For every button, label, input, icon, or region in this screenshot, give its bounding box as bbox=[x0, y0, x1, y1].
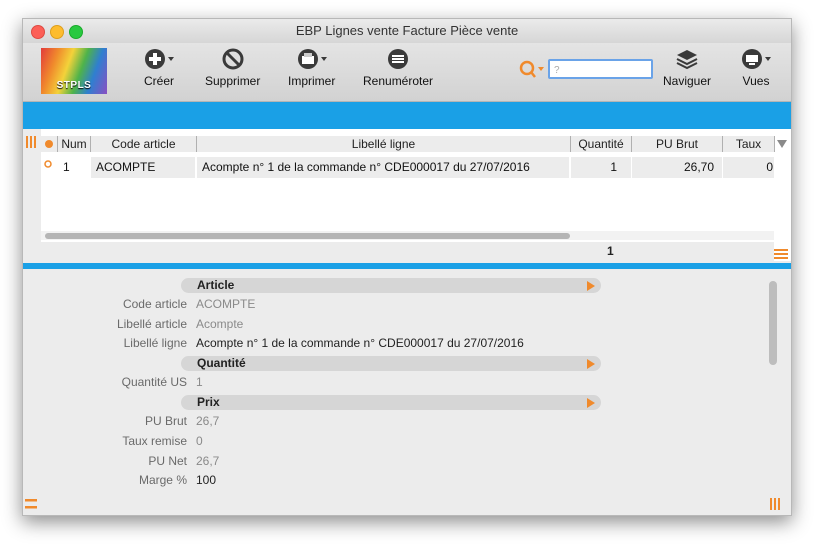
window-title: EBP Lignes vente Facture Pièce vente bbox=[295, 23, 519, 38]
label-libelle-ligne: Libellé ligne bbox=[123, 336, 187, 350]
header-libelle-ligne[interactable]: Libellé ligne bbox=[197, 136, 571, 152]
value-libelle-article[interactable]: Acompte bbox=[196, 317, 243, 331]
renumber-label: Renuméroter bbox=[363, 74, 434, 88]
row-libelle-ligne: Acompte n° 1 de la commande n° CDE000017… bbox=[197, 157, 569, 178]
app-window: EBP Lignes vente Facture Pièce vente STP… bbox=[22, 18, 792, 516]
value-pu-brut[interactable]: 26,7 bbox=[196, 414, 219, 428]
header-code-article[interactable]: Code article bbox=[91, 136, 197, 152]
label-pu-brut: PU Brut bbox=[144, 414, 187, 428]
delete-button[interactable]: Supprimer bbox=[205, 47, 260, 88]
header-taux[interactable]: Taux bbox=[723, 136, 775, 152]
label-taux-remise: Taux remise bbox=[122, 434, 187, 448]
prohibited-icon bbox=[222, 48, 244, 70]
top-blue-bar bbox=[23, 102, 791, 129]
section-quantite[interactable]: Quantité bbox=[181, 356, 601, 371]
section-article-arrow-icon bbox=[587, 281, 595, 291]
value-libelle-ligne[interactable]: Acompte n° 1 de la commande n° CDE000017… bbox=[196, 336, 524, 350]
search-icon[interactable] bbox=[518, 59, 546, 79]
value-code-article[interactable]: ACOMPTE bbox=[196, 297, 255, 311]
section-prix[interactable]: Prix bbox=[181, 395, 601, 410]
search-input[interactable]: ? bbox=[548, 59, 653, 79]
minimize-window-button[interactable] bbox=[50, 25, 64, 39]
renumber-icon bbox=[388, 49, 409, 69]
column-handle-icon[interactable] bbox=[25, 135, 39, 151]
lines-grid: Num Code article Libellé ligne Quantité … bbox=[23, 129, 791, 261]
total-quantite: 1 bbox=[607, 244, 614, 258]
delete-label: Supprimer bbox=[205, 74, 261, 88]
header-status-dot[interactable] bbox=[41, 136, 58, 152]
toolbar: STPLS Créer Supprimer Imprimer Renumérot… bbox=[23, 43, 791, 102]
search-box: ? bbox=[518, 59, 653, 82]
create-button[interactable]: Créer bbox=[141, 47, 177, 88]
section-prix-title: Prix bbox=[197, 395, 220, 409]
print-button[interactable]: Imprimer bbox=[288, 47, 335, 88]
header-quantite[interactable]: Quantité bbox=[571, 136, 632, 152]
header-filter-icon[interactable] bbox=[775, 137, 789, 153]
grid-left-gutter bbox=[23, 129, 52, 261]
layers-icon bbox=[676, 50, 698, 70]
bottom-left-handle-icon[interactable] bbox=[25, 496, 39, 512]
logo-text: STPLS bbox=[56, 80, 92, 91]
status-dot-icon bbox=[45, 140, 53, 148]
value-quantite-us[interactable]: 1 bbox=[196, 375, 203, 389]
bottom-right-handle-icon[interactable] bbox=[769, 496, 783, 512]
value-marge[interactable]: 100 bbox=[196, 473, 216, 487]
label-libelle-article: Libellé article bbox=[116, 317, 187, 331]
create-label: Créer bbox=[143, 74, 174, 88]
grid-menu-icon[interactable] bbox=[774, 248, 788, 260]
views-button[interactable]: Vues bbox=[738, 47, 774, 88]
print-label: Imprimer bbox=[288, 74, 336, 88]
views-label: Vues bbox=[742, 74, 770, 88]
row-taux: 0 bbox=[723, 157, 774, 178]
zoom-window-button[interactable] bbox=[69, 25, 83, 39]
printer-icon bbox=[297, 49, 327, 69]
value-pu-net[interactable]: 26,7 bbox=[196, 454, 219, 468]
detail-vertical-scroll-thumb[interactable] bbox=[769, 281, 777, 365]
value-taux-remise[interactable]: 0 bbox=[196, 434, 203, 448]
label-marge: Marge % bbox=[138, 473, 187, 487]
app-logo: STPLS bbox=[41, 48, 107, 94]
row-num: 1 bbox=[63, 160, 70, 174]
section-quantite-arrow-icon bbox=[587, 359, 595, 369]
totals-row: 1 bbox=[41, 242, 774, 261]
header-pu-brut[interactable]: PU Brut bbox=[632, 136, 723, 152]
section-prix-arrow-icon bbox=[587, 398, 595, 408]
detail-panel: Article Code article ACOMPTE Libellé art… bbox=[23, 275, 791, 493]
bottom-bar bbox=[23, 493, 791, 515]
section-article-title: Article bbox=[197, 278, 235, 292]
horizontal-scroll-thumb[interactable] bbox=[45, 233, 570, 239]
row-code-article: ACOMPTE bbox=[91, 157, 195, 178]
row-quantite: 1 bbox=[571, 157, 631, 178]
renumber-button[interactable]: Renuméroter bbox=[363, 47, 433, 88]
title-bar: EBP Lignes vente Facture Pièce vente bbox=[23, 19, 791, 43]
label-pu-net: PU Net bbox=[148, 454, 187, 468]
close-window-button[interactable] bbox=[31, 25, 45, 39]
navigate-label: Naviguer bbox=[663, 74, 712, 88]
row-marker-icon bbox=[44, 160, 52, 168]
section-quantite-title: Quantité bbox=[197, 356, 246, 370]
label-quantite-us: Quantité US bbox=[121, 375, 187, 389]
label-code-article: Code article bbox=[122, 297, 187, 311]
navigate-button[interactable]: Naviguer bbox=[663, 47, 711, 88]
plus-circle-icon bbox=[145, 49, 174, 69]
row-pu-brut: 26,70 bbox=[632, 157, 722, 178]
section-article[interactable]: Article bbox=[181, 278, 601, 293]
views-icon bbox=[742, 49, 771, 69]
header-num[interactable]: Num bbox=[58, 136, 91, 152]
splitter-bar[interactable] bbox=[23, 263, 791, 269]
